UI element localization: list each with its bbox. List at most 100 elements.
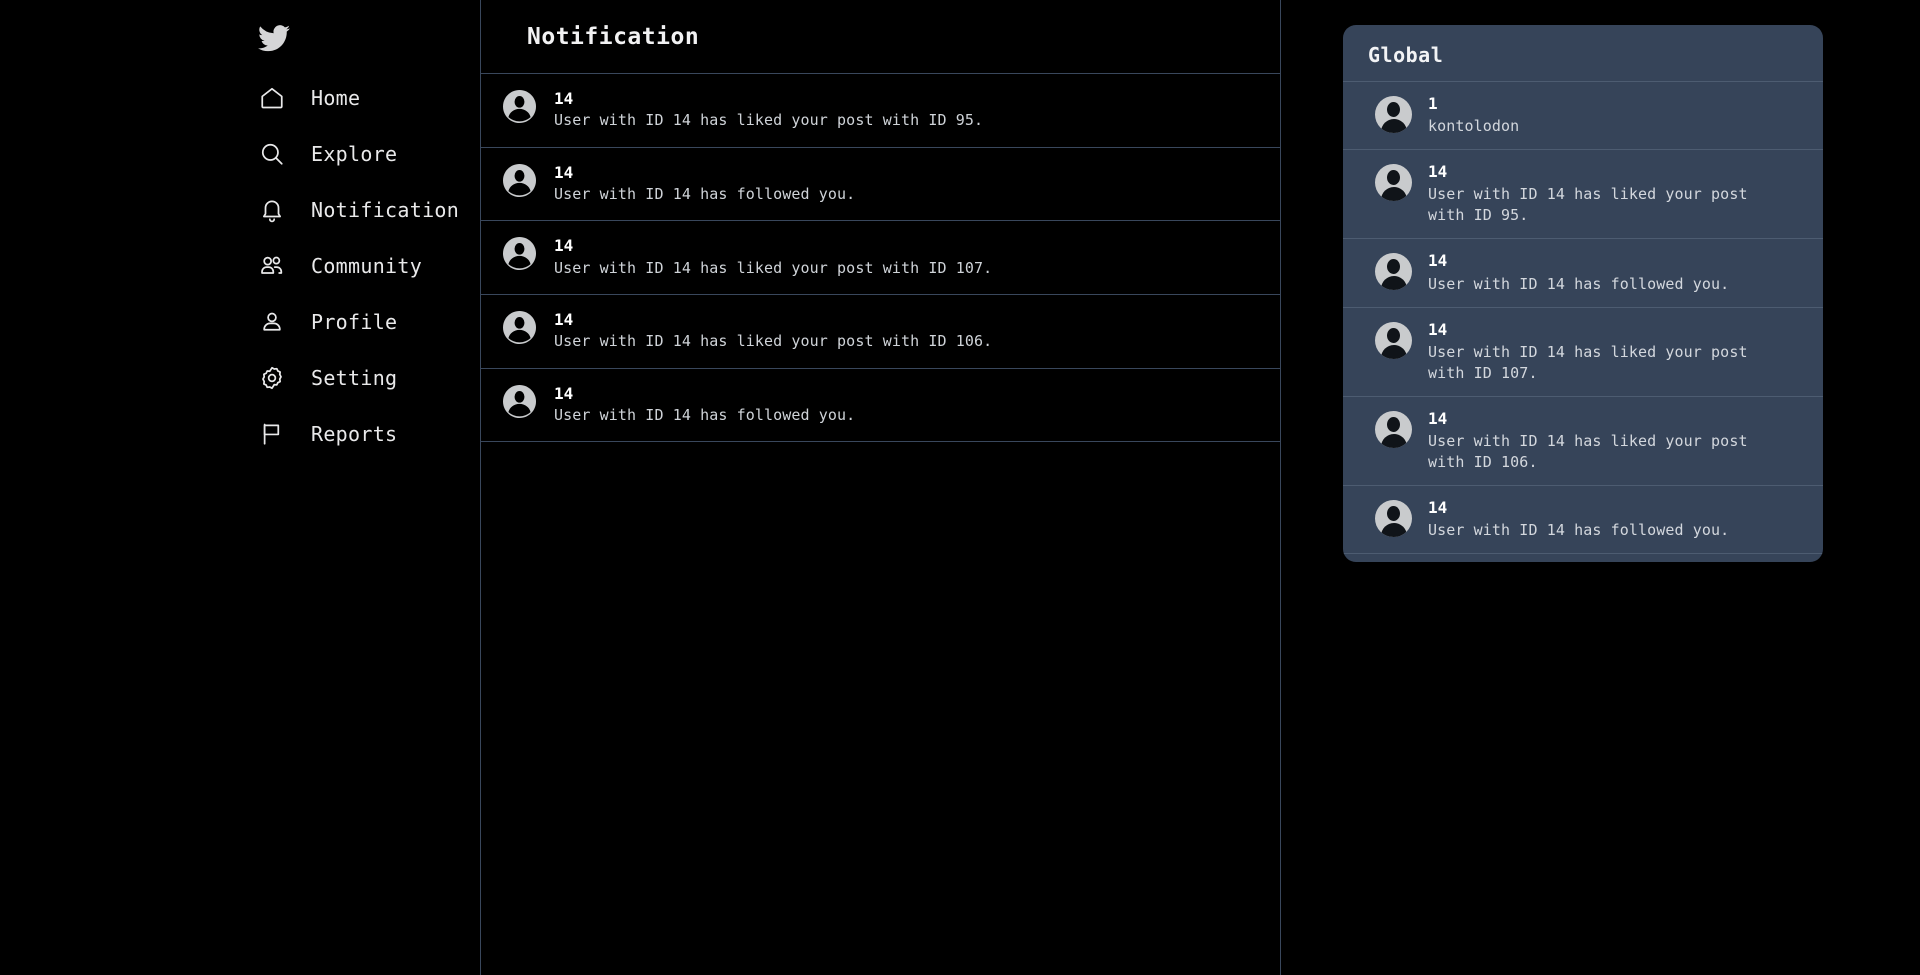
global-panel-message: User with ID 14 has followed you. [1428,521,1730,540]
app-root: Home Explore Notification Community Prof… [0,0,1920,975]
notification-user: 14 [554,162,574,182]
sidebar-item-profile[interactable]: Profile [258,294,480,350]
sidebar-item-explore[interactable]: Explore [258,126,480,182]
global-panel-row[interactable]: 1 kontolodon [1343,81,1823,149]
notification-text: 14 User with ID 14 has liked your post w… [554,309,992,352]
sidebar-item-label: Explore [311,142,398,166]
avatar-head [1387,505,1400,521]
sidebar-item-label: Notification [311,198,460,222]
global-panel-user: 1 [1428,94,1438,113]
avatar [1375,164,1412,202]
avatar-body [1380,276,1407,291]
avatar-body [1380,433,1407,448]
global-panel-list: 1 kontolodon 14 User with ID 14 has like… [1343,81,1823,555]
right-column: Global 1 kontolodon 14 User with ID 14 h… [1281,0,1920,975]
global-panel-message: User with ID 14 has liked your post with… [1428,185,1748,225]
search-icon [258,140,286,168]
home-icon [258,84,286,112]
twitter-bird-icon [258,24,290,52]
sidebar-item-reports[interactable]: Reports [258,406,480,462]
sidebar-item-setting[interactable]: Setting [258,350,480,406]
notification-message: User with ID 14 has followed you. [554,405,856,424]
avatar [503,163,536,197]
avatar [1375,253,1412,291]
global-panel-user: 14 [1428,408,1448,428]
global-panel-row[interactable]: 14 User with ID 14 has liked your post w… [1343,306,1823,396]
global-panel: Global 1 kontolodon 14 User with ID 14 h… [1343,25,1823,563]
avatar [503,90,536,123]
brand-logo[interactable] [0,12,480,64]
global-panel-text: 1 kontolodon [1428,94,1519,137]
avatar [1375,410,1412,448]
notification-text: 14 User with ID 14 has followed you. [554,162,855,205]
notification-row[interactable]: 14 User with ID 14 has followed you. [481,369,1280,443]
avatar [1375,499,1412,537]
flag-icon [258,420,286,448]
notification-text: 14 User with ID 14 has followed you. [554,383,855,426]
global-panel-row[interactable]: 14 User with ID 14 has followed you. [1343,484,1823,555]
notification-text: 14 User with ID 14 has liked your post w… [554,235,992,278]
avatar-body [1380,187,1407,202]
person-icon [258,308,286,336]
avatar-head [1387,259,1400,275]
avatar-head [1387,102,1400,117]
notification-row[interactable]: 14 User with ID 14 has liked your post w… [481,295,1280,369]
sidebar-item-home[interactable]: Home [258,70,480,126]
notification-text: 14 User with ID 14 has liked your post w… [554,88,983,131]
avatar [503,237,536,271]
global-panel-user: 14 [1428,497,1448,517]
sidebar-item-community[interactable]: Community [258,238,480,294]
avatar [503,384,536,418]
sidebar-item-label: Home [311,86,361,110]
global-panel-text: 14 User with ID 14 has liked your post w… [1428,162,1773,226]
global-panel-row[interactable]: 14 User with ID 14 has followed you. [1343,238,1823,306]
notification-message: User with ID 14 has liked your post with… [554,111,984,130]
global-panel-row[interactable]: 14 User with ID 14 has liked your post w… [1343,149,1823,238]
sidebar-nav: Home Explore Notification Community Prof… [0,70,480,462]
global-panel-user: 14 [1428,319,1448,339]
avatar [503,311,536,345]
notification-row[interactable]: 14 User with ID 14 has liked your post w… [481,221,1280,296]
notification-message: User with ID 14 has liked your post with… [554,258,993,277]
sidebar: Home Explore Notification Community Prof… [0,0,480,975]
global-panel-user: 14 [1428,251,1448,271]
avatar-body [1380,119,1407,133]
notification-user: 14 [554,89,574,108]
global-panel-message: User with ID 14 has liked your post with… [1428,431,1748,471]
notification-message: User with ID 14 has followed you. [554,184,856,203]
global-panel-message: User with ID 14 has followed you. [1428,274,1730,293]
main-content: Notification 14 User with ID 14 has like… [480,0,1281,975]
global-panel-text: 14 User with ID 14 has liked your post w… [1428,409,1773,473]
global-panel-user: 14 [1428,162,1448,182]
avatar-head [1387,170,1400,186]
global-panel-message: User with ID 14 has liked your post with… [1428,342,1748,382]
avatar-body [1380,344,1407,359]
notification-list: 14 User with ID 14 has liked your post w… [481,74,1280,443]
sidebar-item-label: Community [311,254,423,278]
notification-row[interactable]: 14 User with ID 14 has followed you. [481,148,1280,222]
global-panel-message: kontolodon [1428,117,1520,136]
global-panel-text: 14 User with ID 14 has followed you. [1428,251,1729,294]
bell-icon [258,196,286,224]
avatar-body [1380,522,1407,537]
people-icon [258,252,286,280]
notification-user: 14 [554,310,574,330]
notification-row[interactable]: 14 User with ID 14 has liked your post w… [481,74,1280,148]
sidebar-item-label: Setting [311,366,398,390]
notification-user: 14 [554,236,574,256]
avatar-head [1387,416,1400,432]
avatar [1375,321,1412,359]
sidebar-item-label: Reports [311,422,398,446]
page-title: Notification [527,23,700,50]
gear-icon [258,364,286,392]
global-panel-text: 14 User with ID 14 has followed you. [1428,498,1729,541]
avatar-head [1387,327,1400,343]
sidebar-item-notification[interactable]: Notification [258,182,480,238]
global-panel-row[interactable]: 14 User with ID 14 has liked your post w… [1343,395,1823,485]
avatar [1375,96,1412,133]
global-panel-text: 14 User with ID 14 has liked your post w… [1428,320,1773,384]
notification-message: User with ID 14 has liked your post with… [554,332,993,351]
sidebar-item-label: Profile [311,310,398,334]
global-panel-title: Global [1368,43,1444,67]
main-header: Notification [481,0,1280,74]
